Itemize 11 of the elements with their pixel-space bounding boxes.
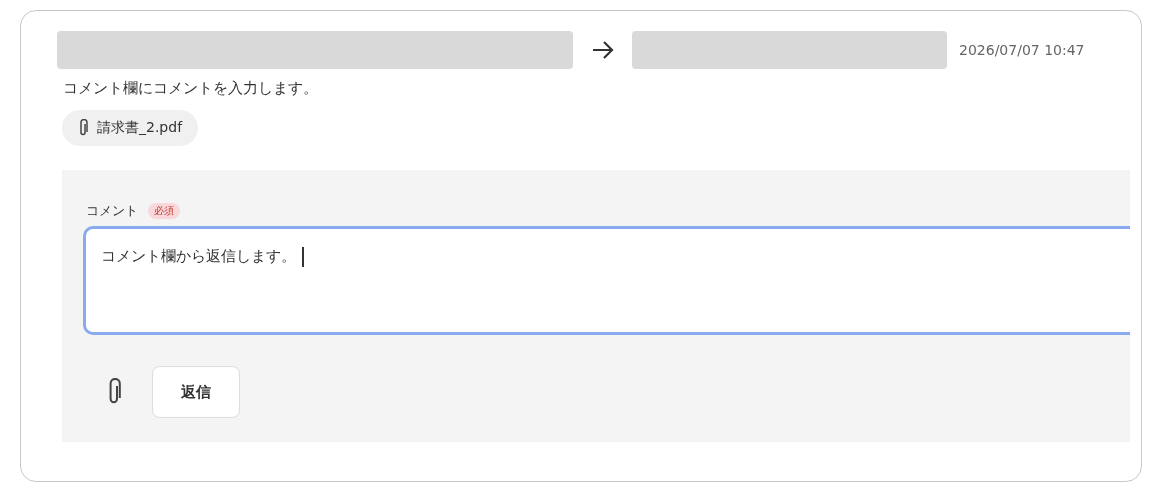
paperclip-icon	[78, 119, 88, 137]
field-value: コメント欄から返信します。	[101, 247, 296, 266]
comment-text: コメント欄にコメントを入力します。	[63, 79, 319, 98]
reply-button[interactable]: 返信	[152, 366, 240, 418]
required-badge: 必須	[148, 203, 180, 219]
arrow-icon	[591, 40, 615, 60]
field-label: コメント	[86, 202, 138, 220]
text-cursor	[302, 247, 304, 267]
attachment-chip[interactable]: 請求書_2.pdf	[62, 110, 199, 146]
comment-field[interactable]: コメント欄から返信します。	[83, 226, 1130, 335]
timestamp: 2026/07/07 10:47	[959, 42, 1085, 58]
